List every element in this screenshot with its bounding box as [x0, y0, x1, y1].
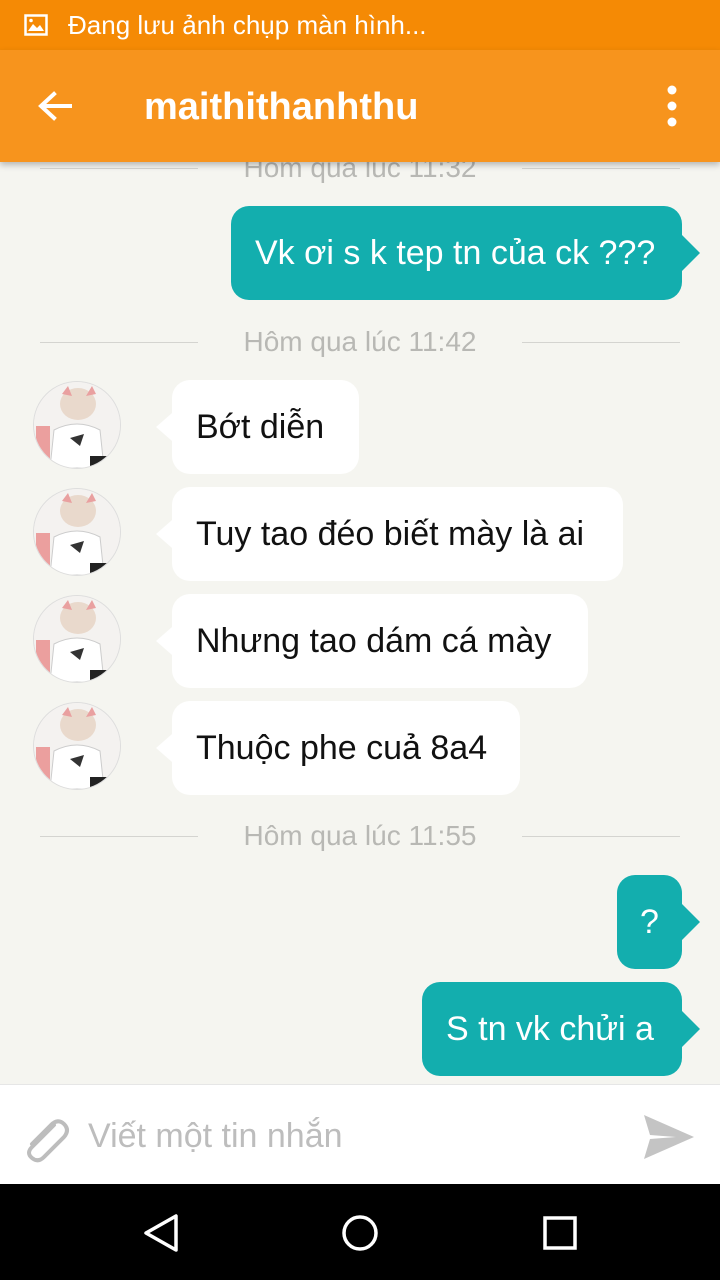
status-bar: Đang lưu ảnh chụp màn hình...	[0, 0, 720, 50]
incoming-message-bubble[interactable]: Thuộc phe cuả 8a4	[156, 701, 520, 795]
paperclip-icon[interactable]	[18, 1113, 72, 1163]
timestamp-divider: Hôm qua lúc 11:55	[40, 818, 680, 854]
message-composer	[0, 1084, 720, 1185]
back-arrow-icon[interactable]	[30, 82, 80, 132]
app-bar: maithithanhthu	[0, 50, 720, 162]
avatar[interactable]	[34, 703, 120, 789]
timestamp-label: Hôm qua lúc 11:32	[243, 162, 477, 183]
outgoing-message-bubble[interactable]: Vk ơi s k tep tn của ck ???	[231, 206, 700, 300]
timestamp-divider: Hôm qua lúc 11:42	[40, 324, 680, 360]
incoming-message-bubble[interactable]: Tuy tao đéo biết mày là ai	[156, 487, 623, 581]
more-options-icon[interactable]	[652, 80, 692, 132]
nav-back-icon[interactable]	[136, 1208, 186, 1258]
image-icon	[24, 14, 48, 36]
nav-recents-icon[interactable]	[535, 1208, 585, 1258]
timestamp-divider: Hôm qua lúc 11:32	[40, 162, 680, 186]
message-list[interactable]: Hôm qua lúc 11:32 Vk ơi s k tep tn của c…	[0, 162, 720, 1084]
system-nav-bar	[0, 1184, 720, 1280]
status-notification-text: Đang lưu ảnh chụp màn hình...	[68, 10, 427, 40]
nav-home-icon[interactable]	[335, 1208, 385, 1258]
message-text: Nhưng tao dám cá mày	[196, 621, 552, 660]
conversation-title: maithithanhthu	[144, 86, 419, 128]
avatar[interactable]	[34, 489, 120, 575]
message-input[interactable]	[86, 1105, 620, 1167]
divider-line	[522, 836, 680, 837]
outgoing-message-bubble[interactable]: S tn vk chửi a	[422, 982, 700, 1076]
message-text: Vk ơi s k tep tn của ck ???	[255, 233, 656, 272]
send-icon[interactable]	[640, 1111, 698, 1163]
divider-line	[522, 342, 680, 343]
message-text: Tuy tao đéo biết mày là ai	[196, 514, 585, 553]
message-text: Bớt diễn	[196, 407, 325, 446]
incoming-message-bubble[interactable]: Nhưng tao dám cá mày	[156, 594, 588, 688]
message-text: ?	[640, 902, 659, 941]
message-text: S tn vk chửi a	[446, 1009, 654, 1048]
incoming-message-bubble[interactable]: Bớt diễn	[156, 380, 359, 474]
divider-line	[522, 168, 680, 169]
avatar[interactable]	[34, 382, 120, 468]
outgoing-message-bubble[interactable]: ?	[617, 875, 700, 969]
message-text: Thuộc phe cuả 8a4	[196, 728, 488, 767]
avatar[interactable]	[34, 596, 120, 682]
